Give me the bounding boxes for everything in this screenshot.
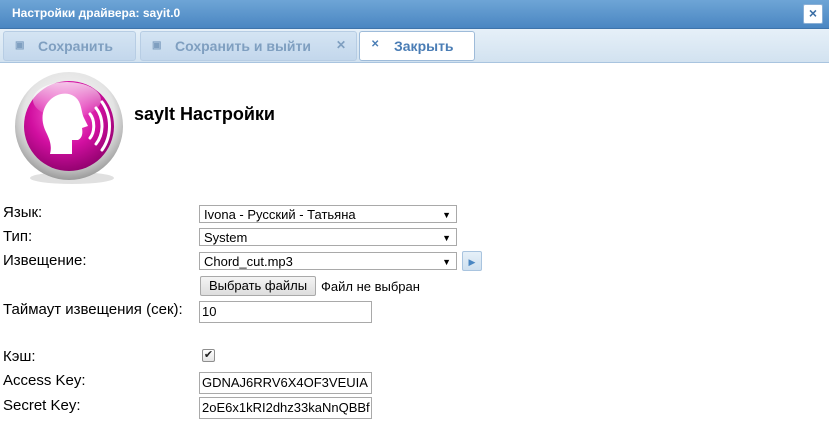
chevron-down-icon: ▼ [442, 257, 451, 267]
type-label: Тип: [3, 228, 33, 245]
language-select[interactable]: Ivona - Русский - Татьяна ▼ [199, 205, 457, 223]
play-icon[interactable]: ▶ [462, 251, 482, 271]
cache-checkbox[interactable]: ✔ [202, 349, 215, 362]
close-button[interactable]: ✕ Закрыть [359, 31, 475, 61]
save-icon: ▣ [15, 40, 25, 51]
save-button-label: Сохранить [38, 38, 113, 54]
language-label: Язык: [3, 204, 43, 221]
secret-key-input[interactable]: 2oE6x1kRI2dhz33kaNnQBBf [199, 397, 372, 419]
announce-select-value: Chord_cut.mp3 [204, 254, 293, 269]
save-button[interactable]: ▣ Сохранить [3, 31, 136, 61]
type-select-value: System [204, 230, 248, 245]
type-select[interactable]: System ▼ [199, 228, 457, 246]
chevron-down-icon: ▼ [442, 233, 451, 243]
choose-files-button[interactable]: Выбрать файлы [200, 276, 316, 296]
close-icon[interactable]: × [803, 4, 823, 24]
toolbar: ▣ Сохранить ▣ Сохранить и выйти ✕ ✕ Закр… [0, 29, 829, 63]
close-small-icon: ✕ [335, 38, 346, 52]
speaking-head-logo [15, 72, 123, 184]
window-title: Настройки драйвера: sayit.0 [12, 6, 181, 20]
access-key-input[interactable]: GDNAJ6RRV6X4OF3VEUIA [199, 372, 372, 394]
timeout-label: Таймаут извещения (сек): [3, 301, 183, 318]
save-exit-button[interactable]: ▣ Сохранить и выйти ✕ [140, 31, 357, 61]
save-icon: ▣ [152, 40, 162, 51]
language-select-value: Ivona - Русский - Татьяна [204, 207, 356, 222]
secret-key-label: Secret Key: [3, 397, 81, 414]
announce-select[interactable]: Chord_cut.mp3 ▼ [199, 252, 457, 270]
file-status: Файл не выбран [321, 279, 420, 294]
cache-label: Кэш: [3, 348, 36, 365]
access-key-label: Access Key: [3, 372, 86, 389]
title-bar: Настройки драйвера: sayit.0 × [0, 0, 829, 29]
announce-label: Извещение: [3, 252, 87, 269]
timeout-input[interactable]: 10 [199, 301, 372, 323]
chevron-down-icon: ▼ [442, 210, 451, 220]
close-small-icon: ✕ [371, 39, 380, 50]
close-button-label: Закрыть [394, 38, 454, 54]
page-title: sayIt Настройки [134, 104, 275, 124]
save-exit-button-label: Сохранить и выйти [175, 38, 311, 54]
